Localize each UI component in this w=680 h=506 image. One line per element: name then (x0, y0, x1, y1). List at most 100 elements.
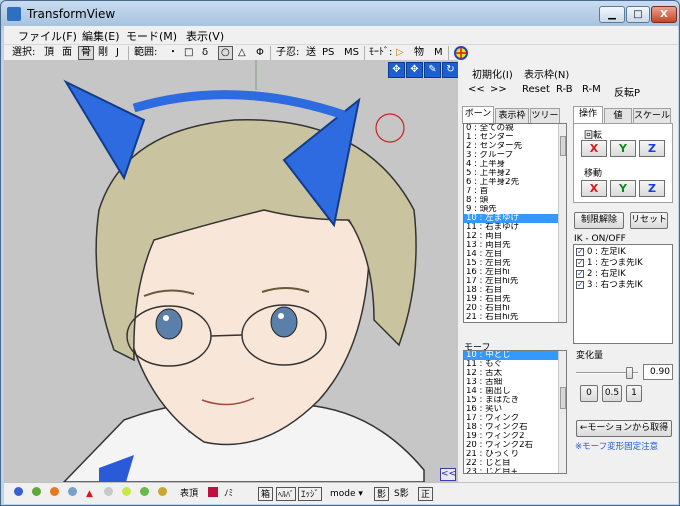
morph-list-item[interactable]: 14 : 歯出し (464, 387, 566, 396)
tab-scale[interactable]: スケール (633, 108, 671, 124)
range-delta[interactable]: δ (202, 46, 208, 60)
morph-list-item[interactable]: 20 : ウィンク2右 (464, 441, 566, 450)
tab-bone[interactable]: ボーン (462, 106, 494, 124)
bone-list-item[interactable]: 9 : 頭先 (464, 205, 566, 214)
range-point[interactable]: ・ (168, 46, 178, 60)
edge-toggle[interactable]: ｴｯｼﾞ (298, 487, 323, 501)
bone-list-item[interactable]: 4 : 上半身 (464, 160, 566, 169)
shadow-toggle[interactable]: 影 (374, 487, 390, 501)
morph-list-item[interactable]: 10 : 中とじ (464, 351, 566, 360)
checkbox-icon[interactable] (576, 247, 584, 257)
bone-list-item[interactable]: 10 : 左まゆげ (464, 214, 566, 223)
select-vertex[interactable]: 頂 (44, 46, 54, 60)
ortho-toggle[interactable]: 正 (418, 487, 434, 501)
bone-list-item[interactable]: 3 : グループ (464, 151, 566, 160)
color-dot-icon[interactable] (140, 487, 149, 501)
select-face[interactable]: 面 (62, 46, 72, 60)
mode-dropdown[interactable]: mode ▾ (330, 487, 363, 501)
color-dot-icon[interactable] (122, 487, 131, 501)
box-toggle[interactable]: 箱 (258, 487, 274, 501)
prev-button[interactable]: << (468, 84, 485, 95)
self-shadow-toggle[interactable]: S影 (394, 487, 409, 501)
morph-scroll-thumb[interactable] (560, 387, 566, 409)
morph-list-item[interactable]: 21 : ひっくり (464, 450, 566, 459)
amount-input[interactable]: 0.90 (643, 364, 673, 380)
morph-list-item[interactable]: 23 : じと目+ (464, 468, 566, 473)
checkbox-icon[interactable] (576, 258, 584, 268)
bone-list-item[interactable]: 12 : 両目 (464, 232, 566, 241)
color-dot-icon[interactable] (68, 487, 77, 501)
next-button[interactable]: >> (490, 84, 507, 95)
preset-0-button[interactable]: 0 (580, 385, 598, 402)
bone-scroll-thumb[interactable] (560, 136, 566, 156)
reset-pose-button[interactable]: リセット (630, 212, 668, 229)
physics-button[interactable]: 物 (414, 46, 424, 60)
bone-list-item[interactable]: 14 : 左目 (464, 250, 566, 259)
ik-list[interactable]: 0 : 左足IK1 : 左つま先IK2 : 右足IK3 : 右つま先IK (573, 244, 673, 344)
range-circle[interactable]: ○ (218, 46, 233, 60)
checkbox-icon[interactable] (576, 269, 584, 279)
color-dot-icon[interactable] (158, 487, 167, 501)
ik-toggle-item[interactable]: 0 : 左足IK (574, 247, 672, 258)
bone-list-scrollbar[interactable] (558, 124, 566, 322)
checkbox-icon[interactable] (576, 280, 584, 290)
bone-list-item[interactable]: 18 : 右目 (464, 286, 566, 295)
morph-list[interactable]: 10 : 中とじ 11 : もぐ 12 : 舌太 13 : 舌細 14 : 歯出し 15 … (463, 350, 567, 474)
bone-list-item[interactable]: 11 : 右まゆげ (464, 223, 566, 232)
preset-half-button[interactable]: 0.5 (602, 385, 622, 402)
move-icon[interactable]: ✥ (406, 62, 423, 78)
slider-thumb[interactable] (626, 367, 633, 379)
init-link[interactable]: 初期化(I) (472, 66, 513, 81)
ik-toggle-item[interactable]: 3 : 右つま先IK (574, 280, 672, 291)
m-button[interactable]: M (434, 46, 443, 60)
rotate-x-button[interactable]: X (581, 140, 607, 157)
maximize-button[interactable]: □ (626, 6, 650, 23)
bone-list-item[interactable]: 8 : 頭 (464, 196, 566, 205)
bone-list-item[interactable]: 0 : 全ての親 (464, 124, 566, 133)
ik-toggle-item[interactable]: 1 : 左つま先IK (574, 258, 672, 269)
morph-list-scrollbar[interactable] (558, 351, 566, 473)
bone-list-item[interactable]: 16 : 左目hi (464, 268, 566, 277)
close-button[interactable]: X (651, 6, 677, 23)
move-z-button[interactable]: Z (639, 180, 665, 197)
bone-list-item[interactable]: 20 : 右目hi (464, 304, 566, 313)
color-dot-icon[interactable] (104, 487, 113, 501)
get-from-motion-button[interactable]: ←モーションから取得 (576, 420, 672, 437)
move-x-button[interactable]: X (581, 180, 607, 197)
3d-viewport[interactable]: ✥ ✥ ✎ ↻ << (4, 60, 458, 482)
morph-list-item[interactable]: 19 : ウィンク2 (464, 432, 566, 441)
tab-operation[interactable]: 操作 (573, 106, 603, 124)
morph-list-item[interactable]: 12 : 舌太 (464, 369, 566, 378)
tab-tree[interactable]: ツリー (530, 108, 560, 124)
helper-toggle[interactable]: ﾍﾙﾊﾞ (276, 487, 296, 501)
morph-list-item[interactable]: 15 : まばたき (464, 396, 566, 405)
bone-list-item[interactable]: 2 : センター先 (464, 142, 566, 151)
play-icon[interactable]: ▷ (396, 46, 404, 60)
triangle-icon[interactable]: ▲ (86, 487, 93, 501)
bone-list-item[interactable]: 6 : 上半身2先 (464, 178, 566, 187)
morph-list-item[interactable]: 16 : 笑い (464, 405, 566, 414)
menu-mode[interactable]: モード(M) (126, 28, 177, 44)
ik-toggle-item[interactable]: 2 : 右足IK (574, 269, 672, 280)
morph-list-item[interactable]: 11 : もぐ (464, 360, 566, 369)
range-phi[interactable]: Φ (256, 46, 264, 60)
collapse-panel-button[interactable]: << (440, 468, 456, 481)
surface-vertex-toggle[interactable]: 表頂 (180, 487, 198, 501)
preset-1-button[interactable]: 1 (626, 385, 642, 402)
bone-list-item[interactable]: 17 : 左目hi先 (464, 277, 566, 286)
morph-list-item[interactable]: 13 : 舌細 (464, 378, 566, 387)
rotate-icon[interactable]: ↻ (442, 62, 458, 78)
rotate-y-button[interactable]: Y (610, 140, 636, 157)
color-swatch[interactable] (208, 487, 218, 501)
menu-view[interactable]: 表示(V) (186, 28, 224, 44)
mode-ps[interactable]: PS (322, 46, 334, 60)
amount-slider[interactable] (576, 367, 638, 379)
morph-list-item[interactable]: 17 : ウィンク (464, 414, 566, 423)
tab-value[interactable]: 値 (604, 108, 632, 124)
nomi-toggle[interactable]: ﾉﾐ (224, 487, 233, 501)
select-rigid[interactable]: 剛 (98, 46, 108, 60)
bone-list-item[interactable]: 21 : 右目hi先 (464, 313, 566, 322)
bone-list-item[interactable]: 5 : 上半身2 (464, 169, 566, 178)
select-bone[interactable]: 骨 (78, 46, 94, 60)
morph-list-item[interactable]: 18 : ウィンク右 (464, 423, 566, 432)
